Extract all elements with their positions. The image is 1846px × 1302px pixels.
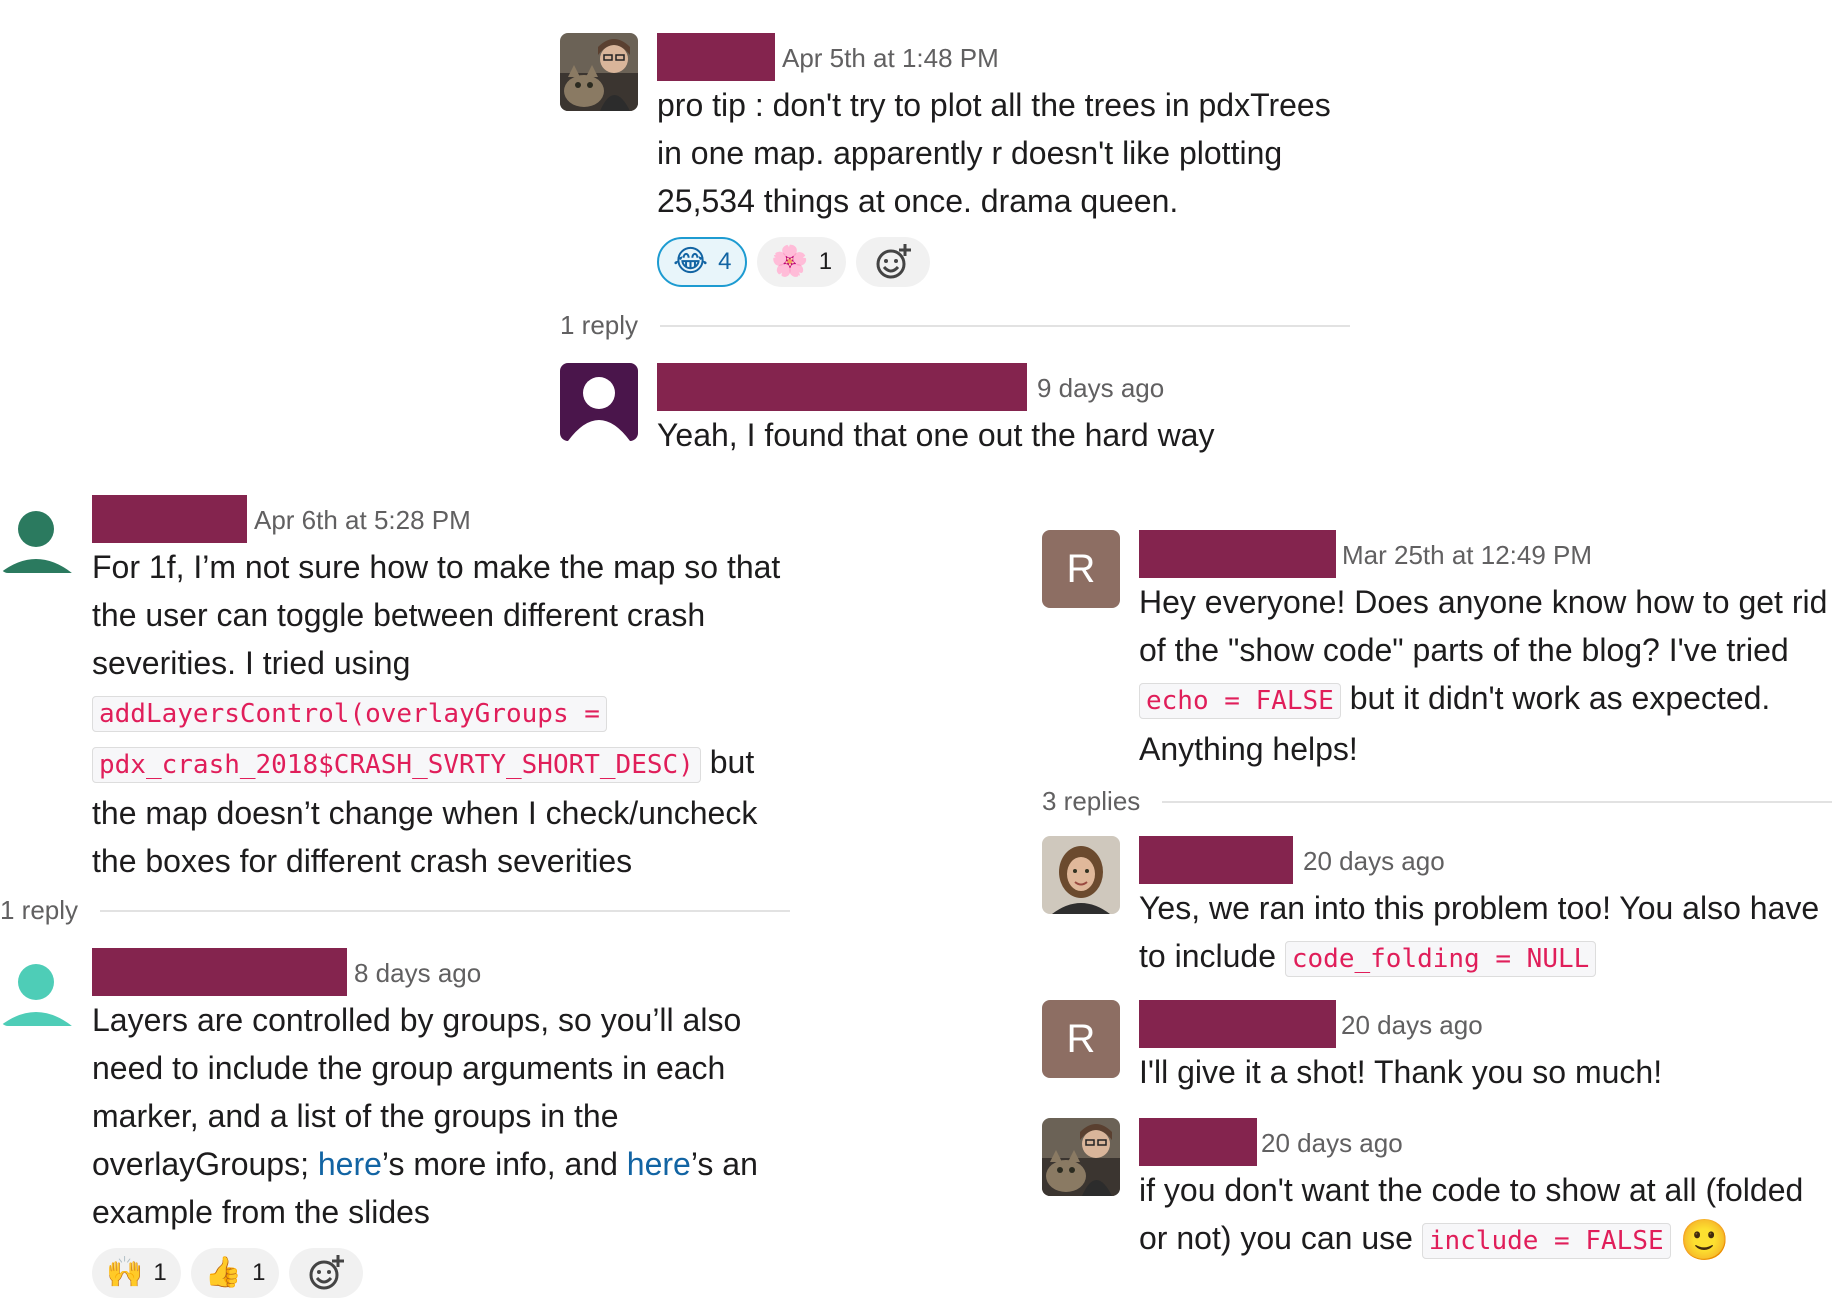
message-text-line: of the "show code" parts of the blog? I'… xyxy=(1139,632,1789,668)
inline-code: addLayersControl(overlayGroups = xyxy=(92,696,607,732)
message-text: but it didn't work as expected. xyxy=(1349,680,1771,716)
reply-count-link[interactable]: 3 replies xyxy=(1042,786,1140,817)
reply-count-link[interactable]: 1 reply xyxy=(560,310,638,341)
avatar-photo-cat[interactable] xyxy=(560,33,638,111)
message-text-line: the boxes for different crash severities xyxy=(92,843,633,879)
message-timestamp[interactable]: Apr 5th at 1:48 PM xyxy=(782,43,999,74)
avatar-letter-r[interactable]: R xyxy=(1042,530,1120,608)
message-text-line: in one map. apparently r doesn't like pl… xyxy=(657,135,1283,171)
inline-code: pdx_crash_2018$CRASH_SVRTY_SHORT_DESC) xyxy=(92,747,701,783)
message-code-line: or not) you can use include = FALSE 🙂 xyxy=(1139,1214,1846,1265)
message-text: ’s more info, and xyxy=(381,1146,627,1182)
message-timestamp[interactable]: 20 days ago xyxy=(1303,846,1445,877)
here-link[interactable]: here xyxy=(318,1146,382,1182)
message-code-line: echo = FALSE but it didn't work as expec… xyxy=(1139,674,1846,725)
reaction-thumbs-up[interactable]: 👍 1 xyxy=(190,1248,280,1298)
avatar-letter: R xyxy=(1066,1016,1096,1061)
inline-code: echo = FALSE xyxy=(1139,683,1341,719)
joy-emoji-icon: 😂 xyxy=(673,245,709,278)
message-text-line: need to include the group arguments in e… xyxy=(92,1050,726,1086)
add-reaction-icon xyxy=(309,1255,345,1290)
message-text-line: marker, and a list of the groups in the xyxy=(92,1098,619,1134)
message-code-line: pdx_crash_2018$CRASH_SVRTY_SHORT_DESC) b… xyxy=(92,738,812,789)
reactions-bar: 🙌 1 👍 1 xyxy=(92,1248,812,1298)
thread2-reply-divider: 1 reply xyxy=(0,895,791,926)
divider xyxy=(660,324,1351,327)
message-text-line: severities. I tried using xyxy=(92,645,411,681)
message-text: to include xyxy=(1139,938,1276,974)
redacted-username[interactable] xyxy=(1139,1118,1257,1166)
redacted-username[interactable] xyxy=(92,948,347,996)
here-link[interactable]: here xyxy=(627,1146,691,1182)
message-text-line: Yes, we ran into this problem too! You a… xyxy=(1139,890,1820,926)
reaction-raised-hands[interactable]: 🙌 1 xyxy=(92,1248,181,1298)
avatar-default-purple[interactable] xyxy=(560,363,638,441)
add-reaction-button[interactable] xyxy=(856,237,931,287)
slightly-smiling-emoji-icon: 🙂 xyxy=(1679,1218,1730,1263)
message-text: I'll give it a shot! Thank you so much! xyxy=(1139,1054,1663,1090)
reactions-bar: 😂 4 🌸 1 xyxy=(657,237,1217,287)
message-text-line: example from the slides xyxy=(92,1194,430,1230)
message-text-line: Anything helps! xyxy=(1139,731,1358,767)
thread1-reply-divider: 1 reply xyxy=(560,310,1351,341)
message-timestamp[interactable]: 8 days ago xyxy=(354,958,481,989)
redacted-username[interactable] xyxy=(92,495,247,543)
message-text: overlayGroups; xyxy=(92,1146,318,1182)
message-text-line: pro tip : don't try to plot all the tree… xyxy=(657,87,1331,123)
raised-hands-emoji-icon: 🙌 xyxy=(106,1256,144,1289)
inline-code: include = FALSE xyxy=(1421,1223,1671,1259)
message-text: but xyxy=(709,744,755,780)
message-text: or not) you can use xyxy=(1139,1220,1413,1256)
message-text-line: For 1f, I’m not sure how to make the map… xyxy=(92,549,781,585)
avatar-photo-cat[interactable] xyxy=(1042,1118,1120,1196)
message-text-line: overlayGroups; here’s more info, and her… xyxy=(92,1140,812,1188)
blossom-emoji-icon: 🌸 xyxy=(771,245,809,278)
redacted-username[interactable] xyxy=(657,33,775,81)
message-timestamp[interactable]: Apr 6th at 5:28 PM xyxy=(254,505,471,536)
avatar-photo-woman[interactable] xyxy=(1042,836,1120,914)
message-text: Yeah, I found that one out the hard way xyxy=(657,417,1215,453)
thread3-reply-divider: 3 replies xyxy=(1042,786,1833,817)
add-reaction-icon xyxy=(876,244,912,279)
redacted-username[interactable] xyxy=(1139,530,1336,578)
message-timestamp[interactable]: 20 days ago xyxy=(1341,1010,1483,1041)
divider xyxy=(100,909,791,912)
add-reaction-button[interactable] xyxy=(289,1248,364,1298)
avatar-default-green[interactable] xyxy=(0,495,78,573)
message-text-line: if you don't want the code to show at al… xyxy=(1139,1172,1804,1208)
message-text-line: the user can toggle between different cr… xyxy=(92,597,706,633)
message-text-line: the map doesn’t change when I check/unch… xyxy=(92,795,758,831)
reaction-count: 1 xyxy=(153,1259,167,1286)
message-text: ’s an xyxy=(690,1146,758,1182)
redacted-username[interactable] xyxy=(1139,836,1293,884)
divider xyxy=(1162,800,1833,803)
message-timestamp[interactable]: Mar 25th at 12:49 PM xyxy=(1342,540,1592,571)
message-text-line: Layers are controlled by groups, so you’… xyxy=(92,1002,742,1038)
inline-code: code_folding = NULL xyxy=(1284,941,1597,977)
avatar-default-teal[interactable] xyxy=(0,948,78,1026)
redacted-username[interactable] xyxy=(657,363,1027,411)
thumbs-up-emoji-icon: 👍 xyxy=(204,1256,243,1289)
reaction-count: 4 xyxy=(718,248,732,275)
reaction-count: 1 xyxy=(818,248,833,275)
message-timestamp[interactable]: 9 days ago xyxy=(1037,373,1164,404)
redacted-username[interactable] xyxy=(1139,1000,1336,1048)
message-text-line: Hey everyone! Does anyone know how to ge… xyxy=(1139,584,1828,620)
reaction-blossom[interactable]: 🌸 1 xyxy=(757,237,847,287)
reaction-count: 1 xyxy=(252,1259,266,1286)
message-text-line: 25,534 things at once. drama queen. xyxy=(657,183,1179,219)
reply-count-link[interactable]: 1 reply xyxy=(0,895,78,926)
avatar-letter: R xyxy=(1066,546,1096,591)
message-timestamp[interactable]: 20 days ago xyxy=(1261,1128,1403,1159)
reaction-joy[interactable]: 😂 4 xyxy=(657,237,748,287)
message-code-line: addLayersControl(overlayGroups = xyxy=(92,687,812,738)
message-code-line: to include code_folding = NULL xyxy=(1139,932,1846,983)
avatar-letter-r[interactable]: R xyxy=(1042,1000,1120,1078)
